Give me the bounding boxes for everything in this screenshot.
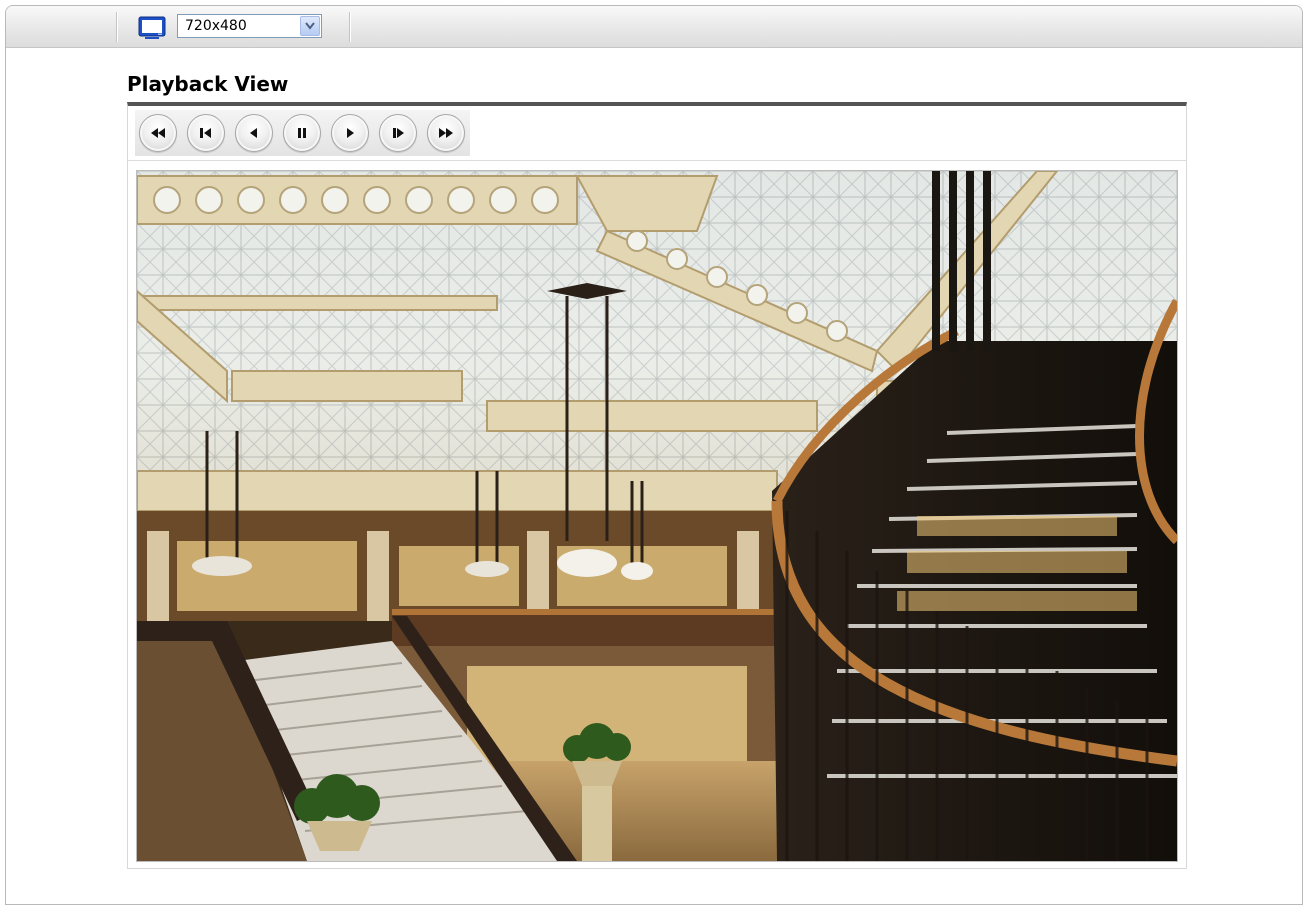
fast-rewind-button[interactable] [139, 114, 177, 152]
chevron-down-icon[interactable] [300, 16, 320, 36]
play-reverse-button[interactable] [235, 114, 273, 152]
playback-controls [135, 110, 470, 156]
step-forward-button[interactable] [379, 114, 417, 152]
page-title: Playback View [127, 72, 289, 96]
fast-rewind-icon [151, 128, 165, 138]
atrium-video-image [137, 171, 1177, 861]
fast-forward-button[interactable] [427, 114, 465, 152]
panel-divider [128, 160, 1186, 161]
resolution-select[interactable]: 720x480 [177, 14, 322, 38]
resolution-select-value: 720x480 [185, 18, 247, 34]
play-icon [347, 128, 354, 138]
play-reverse-icon [250, 128, 257, 138]
pause-button[interactable] [283, 114, 321, 152]
toolbar-separator [349, 12, 350, 42]
fast-forward-icon [439, 128, 453, 138]
monitor-icon[interactable] [138, 16, 166, 40]
step-back-button[interactable] [187, 114, 225, 152]
playback-panel [127, 102, 1187, 869]
step-back-icon [200, 128, 211, 138]
toolbar-separator [116, 12, 117, 42]
video-frame[interactable] [136, 170, 1178, 862]
play-button[interactable] [331, 114, 369, 152]
step-forward-icon [393, 128, 404, 138]
app-frame: 720x480 Playback View [5, 5, 1303, 905]
top-toolbar: 720x480 [6, 6, 1302, 48]
pause-icon [298, 128, 306, 138]
